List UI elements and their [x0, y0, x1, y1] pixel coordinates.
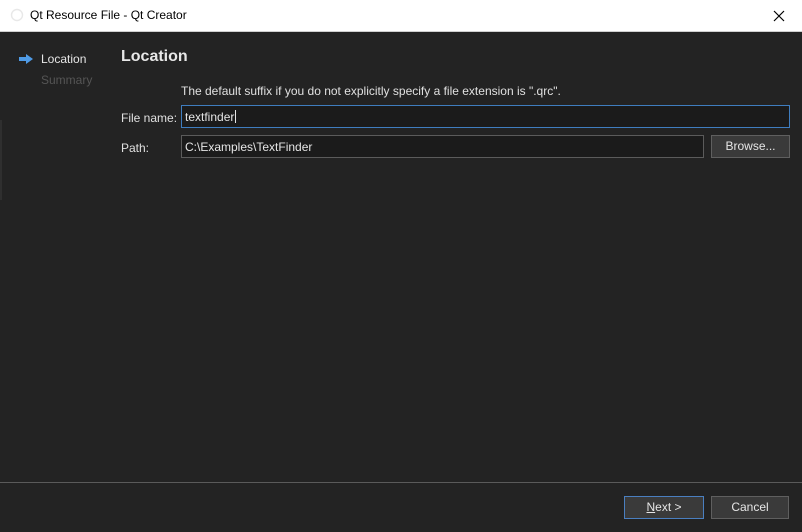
cancel-button[interactable]: Cancel — [711, 496, 789, 519]
title-bar: Qt Resource File - Qt Creator — [0, 0, 802, 32]
close-button[interactable] — [756, 0, 802, 31]
next-button[interactable]: Next > — [624, 496, 704, 519]
path-value: C:\Examples\TextFinder — [185, 140, 313, 154]
browse-button[interactable]: Browse... — [711, 135, 790, 158]
step-label: Summary — [41, 73, 93, 87]
file-name-value: textfinder — [185, 110, 235, 124]
divider — [0, 120, 2, 200]
arrow-right-icon — [18, 53, 34, 65]
path-label: Path: — [121, 141, 150, 155]
wizard-footer: Next > Cancel — [0, 483, 802, 532]
window-title: Qt Resource File - Qt Creator — [30, 8, 187, 22]
page-title: Location — [121, 48, 188, 65]
close-icon — [773, 10, 785, 22]
qt-creator-icon — [10, 8, 24, 22]
wizard-steps-sidebar: Location Summary — [0, 32, 105, 482]
file-name-field[interactable]: textfinder — [181, 105, 790, 128]
suffix-hint: The default suffix if you do not explici… — [181, 84, 561, 98]
path-field[interactable]: C:\Examples\TextFinder — [181, 135, 704, 158]
next-mnemonic: N — [646, 500, 656, 514]
text-caret — [235, 110, 237, 123]
next-label: ext > — [655, 500, 682, 514]
step-label: Location — [41, 52, 87, 66]
wizard-page: Location The default suffix if you do no… — [105, 32, 802, 482]
wizard-window: Qt Resource File - Qt Creator Location S… — [0, 0, 802, 532]
file-name-label: File name: — [121, 111, 178, 125]
